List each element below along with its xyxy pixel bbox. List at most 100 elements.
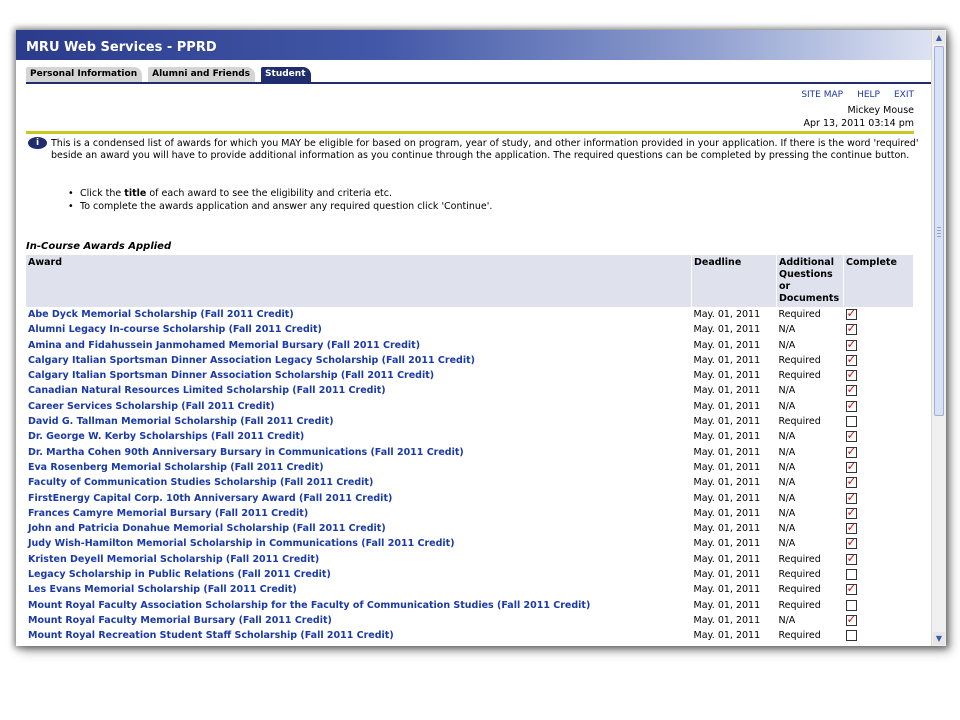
- complete-checkbox[interactable]: [845, 460, 857, 473]
- complete-checkbox[interactable]: [845, 353, 857, 366]
- instruction-item: Click the title of each award to see the…: [68, 187, 492, 200]
- tab-bar: Personal Information Alumni and Friends …: [26, 67, 317, 82]
- award-name-link[interactable]: Faculty of Communication Studies Scholar…: [26, 475, 692, 490]
- award-questions-status: Required: [778, 354, 821, 366]
- complete-cell: [844, 521, 914, 536]
- complete-checkbox[interactable]: [845, 599, 857, 611]
- complete-checkbox[interactable]: [845, 569, 857, 581]
- complete-checkbox[interactable]: [845, 322, 857, 336]
- complete-checkbox[interactable]: [845, 416, 857, 428]
- award-name-link[interactable]: Calgary Italian Sportsman Dinner Associa…: [26, 353, 692, 368]
- complete-checkbox[interactable]: [845, 383, 857, 397]
- award-deadline: May. 01, 2011: [693, 446, 761, 458]
- complete-checkbox[interactable]: [845, 506, 857, 519]
- award-questions-status: N/A: [778, 614, 796, 626]
- award-deadline: May. 01, 2011: [693, 553, 761, 565]
- award-name-link[interactable]: Alumni Legacy In-course Scholarship (Fal…: [26, 322, 692, 337]
- award-name-link[interactable]: Legacy Scholarship in Public Relations (…: [26, 567, 692, 582]
- complete-cell: [844, 475, 914, 490]
- award-name-link[interactable]: Career Services Scholarship (Fall 2011 C…: [26, 399, 692, 414]
- complete-checkbox[interactable]: [845, 475, 857, 489]
- complete-checkbox[interactable]: [845, 429, 857, 443]
- tab-personal-information[interactable]: Personal Information: [26, 67, 143, 82]
- complete-checkbox[interactable]: [845, 630, 857, 642]
- award-name-link[interactable]: Mount Royal Faculty Memorial Bursary (Fa…: [26, 613, 692, 628]
- complete-cell: [844, 506, 914, 521]
- award-name-link[interactable]: Kristen Deyell Memorial Scholarship (Fal…: [26, 552, 692, 567]
- award-name-link[interactable]: Mount Royal Faculty Association Scholars…: [26, 598, 692, 613]
- award-deadline: May. 01, 2011: [693, 416, 761, 428]
- scroll-down-arrow-icon[interactable]: ▼: [933, 632, 945, 645]
- info-message: This is a condensed list of awards for w…: [51, 138, 919, 162]
- award-name-link[interactable]: FirstEnergy Capital Corp. 10th Anniversa…: [26, 491, 692, 506]
- award-deadline: May. 01, 2011: [693, 523, 761, 535]
- table-row: Eva Rosenberg Memorial Scholarship (Fall…: [26, 460, 914, 475]
- complete-cell: [844, 491, 914, 506]
- award-questions-status: Required: [778, 309, 821, 320]
- table-row: Amina and Fidahussein Janmohamed Memoria…: [26, 338, 914, 353]
- tab-student[interactable]: Student: [261, 67, 311, 82]
- complete-cell: [844, 383, 914, 398]
- award-questions-status: N/A: [778, 385, 796, 397]
- award-questions-status: Required: [778, 599, 821, 611]
- award-name-link[interactable]: Dr. George W. Kerby Scholarships (Fall 2…: [26, 429, 692, 444]
- page-content: MRU Web Services - PPRD Personal Informa…: [16, 30, 932, 646]
- table-row: Calgary Italian Sportsman Dinner Associa…: [26, 368, 914, 383]
- section-title: In-Course Awards Applied: [26, 241, 172, 252]
- award-name-link[interactable]: David G. Tallman Memorial Scholarship (F…: [26, 414, 692, 429]
- complete-checkbox[interactable]: [845, 613, 857, 626]
- complete-checkbox[interactable]: [845, 368, 857, 382]
- header-questions: Additional Questions or Documents: [776, 255, 844, 307]
- table-row: John and Patricia Donahue Memorial Schol…: [26, 521, 914, 536]
- table-header-row: Award Deadline Additional Questions or Docu…: [26, 255, 914, 307]
- award-name-link[interactable]: Dr. Martha Cohen 90th Anniversary Bursar…: [26, 445, 692, 460]
- scroll-up-arrow-icon[interactable]: ▲: [933, 31, 945, 44]
- table-row: Abe Dyck Memorial Scholarship (Fall 2011…: [26, 307, 914, 322]
- complete-checkbox[interactable]: [845, 582, 857, 596]
- browser-window: MRU Web Services - PPRD Personal Informa…: [16, 30, 946, 646]
- award-name-link[interactable]: Calgary Italian Sportsman Dinner Associa…: [26, 368, 692, 383]
- award-deadline: May. 01, 2011: [693, 507, 761, 519]
- award-name-link[interactable]: Les Evans Memorial Scholarship (Fall 201…: [26, 582, 692, 597]
- award-name-link[interactable]: Eva Rosenberg Memorial Scholarship (Fall…: [26, 460, 692, 475]
- table-row: Dr. George W. Kerby Scholarships (Fall 2…: [26, 429, 914, 444]
- award-deadline: May. 01, 2011: [693, 385, 761, 397]
- help-link[interactable]: HELP: [857, 90, 880, 100]
- award-name-link[interactable]: Amina and Fidahussein Janmohamed Memoria…: [26, 338, 692, 353]
- award-name-link[interactable]: Canadian Natural Resources Limited Schol…: [26, 383, 692, 398]
- header-award: Award: [26, 255, 692, 307]
- complete-checkbox[interactable]: [845, 536, 857, 550]
- vertical-scrollbar[interactable]: ▲ ▼: [931, 30, 946, 646]
- complete-checkbox[interactable]: [845, 491, 857, 504]
- award-questions-status: Required: [778, 370, 821, 382]
- award-name-link[interactable]: Mount Royal Recreation Student Staff Sch…: [26, 628, 692, 643]
- award-questions-status: N/A: [778, 324, 796, 336]
- tab-underline: [26, 82, 932, 84]
- complete-checkbox[interactable]: [845, 338, 857, 351]
- award-questions-status: N/A: [778, 492, 796, 504]
- award-questions-status: Required: [778, 416, 821, 428]
- complete-cell: [844, 414, 914, 429]
- complete-cell: [844, 322, 914, 337]
- complete-checkbox[interactable]: [845, 445, 857, 458]
- award-deadline: May. 01, 2011: [693, 339, 761, 351]
- award-questions-status: Required: [778, 630, 821, 642]
- complete-cell: [844, 552, 914, 567]
- award-name-link[interactable]: John and Patricia Donahue Memorial Schol…: [26, 521, 692, 536]
- award-deadline: May. 01, 2011: [693, 477, 761, 489]
- complete-cell: [844, 399, 914, 414]
- complete-cell: [844, 536, 914, 551]
- table-row: Calgary Italian Sportsman Dinner Associa…: [26, 353, 914, 368]
- award-name-link[interactable]: Abe Dyck Memorial Scholarship (Fall 2011…: [26, 307, 692, 322]
- complete-checkbox[interactable]: [845, 521, 857, 535]
- complete-checkbox[interactable]: [845, 552, 857, 565]
- table-row: Faculty of Communication Studies Scholar…: [26, 475, 914, 490]
- complete-checkbox[interactable]: [845, 307, 857, 320]
- award-name-link[interactable]: Frances Camyre Memorial Bursary (Fall 20…: [26, 506, 692, 521]
- award-name-link[interactable]: Judy Wish-Hamilton Memorial Scholarship …: [26, 536, 692, 551]
- exit-link[interactable]: EXIT: [894, 90, 914, 100]
- tab-alumni-and-friends[interactable]: Alumni and Friends: [148, 67, 256, 82]
- scrollbar-thumb[interactable]: [934, 46, 944, 416]
- complete-checkbox[interactable]: [845, 399, 857, 412]
- site-map-link[interactable]: SITE MAP: [801, 90, 843, 100]
